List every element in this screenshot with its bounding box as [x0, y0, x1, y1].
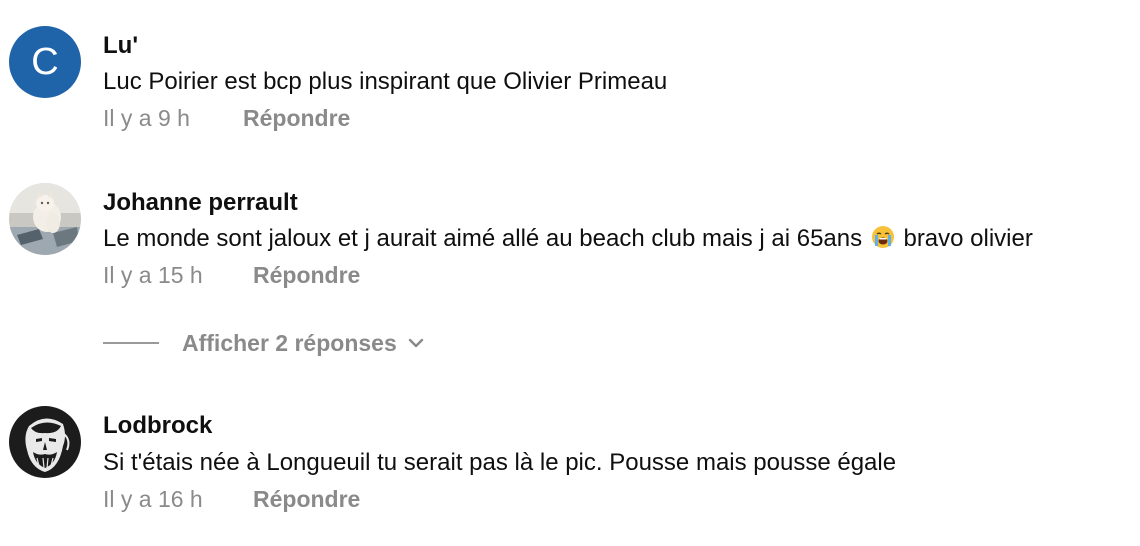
reply-button[interactable]: Répondre	[253, 262, 360, 289]
cat-photo-avatar-icon[interactable]	[9, 183, 81, 255]
comment-text: Luc Poirier est bcp plus inspirant que O…	[103, 68, 668, 95]
show-replies-button[interactable]: Afficher 2 réponses	[103, 326, 425, 360]
comment-text: Si t'étais née à Longueuil tu serait pas…	[103, 449, 897, 476]
comment-timestamp: Il y a 9 h	[103, 105, 190, 131]
reply-button[interactable]: Répondre	[253, 486, 360, 513]
comment-author[interactable]: Lodbrock	[103, 412, 212, 440]
comment-timestamp: Il y a 16 h	[103, 486, 203, 512]
show-replies-label[interactable]: Afficher 2 réponses	[182, 330, 397, 357]
comment-text-part: Le monde sont jaloux et j aurait aimé al…	[103, 225, 863, 252]
avatar[interactable]: C	[9, 26, 81, 98]
comment-author[interactable]: Lu'	[103, 32, 138, 60]
comment-author[interactable]: Johanne perrault	[103, 189, 298, 217]
reply-button[interactable]: Répondre	[243, 105, 350, 132]
bearded-warrior-avatar-icon[interactable]	[9, 406, 81, 478]
chevron-down-icon[interactable]	[407, 337, 425, 349]
replies-divider-line	[103, 342, 159, 344]
loudly-crying-face-emoji-icon	[871, 225, 895, 249]
comment-text: Le monde sont jaloux et j aurait aimé al…	[103, 225, 1033, 253]
comment-text-part: bravo olivier	[903, 225, 1033, 252]
comment-timestamp: Il y a 15 h	[103, 262, 203, 288]
